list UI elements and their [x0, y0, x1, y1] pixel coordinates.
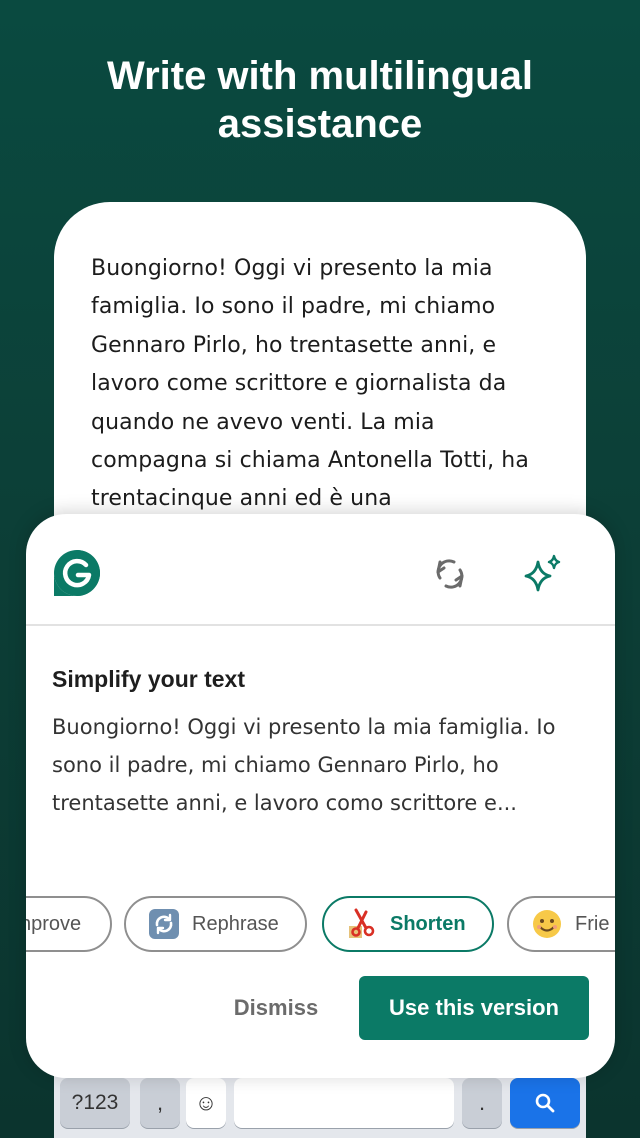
document-text: Buongiorno! Oggi vi presento la mia fami…	[91, 256, 529, 512]
chip-label: nprove	[26, 912, 82, 935]
search-icon	[535, 1093, 555, 1113]
chip-label: Shorten	[390, 912, 466, 935]
panel-header	[26, 514, 615, 626]
tone-chips: nprove Rephrase Shorten Frie	[26, 894, 615, 954]
grammarly-panel: Simplify your text Buongiorno! Oggi vi p…	[26, 514, 615, 1078]
scissors-icon	[349, 908, 375, 938]
headline: Write with multilingual assistance	[107, 54, 533, 146]
key-space[interactable]	[234, 1078, 454, 1128]
grammarly-logo-icon[interactable]	[52, 548, 102, 598]
sparkle-icon[interactable]	[520, 552, 564, 596]
chip-improve[interactable]: nprove	[26, 896, 112, 952]
key-emoji[interactable]: ☺	[186, 1078, 226, 1128]
key-comma[interactable]: ,	[140, 1078, 180, 1128]
suggestion-text: Buongiorno! Oggi vi presento la mia fami…	[52, 715, 556, 815]
use-this-version-button[interactable]: Use this version	[359, 976, 589, 1040]
chip-friendly[interactable]: Frie	[507, 896, 615, 952]
smile-icon	[533, 910, 561, 938]
dismiss-button[interactable]: Dismiss	[216, 988, 336, 1028]
chip-label: Frie	[575, 912, 610, 935]
chip-rephrase[interactable]: Rephrase	[124, 896, 307, 952]
key-period[interactable]: .	[462, 1078, 502, 1128]
chip-shorten[interactable]: Shorten	[322, 896, 494, 952]
refresh-icon[interactable]	[430, 554, 470, 594]
panel-title: Simplify your text	[52, 666, 245, 692]
rephrase-icon	[149, 909, 179, 939]
key-symbols[interactable]: ?123	[60, 1078, 130, 1128]
chip-label: Rephrase	[192, 912, 279, 935]
key-search[interactable]	[510, 1078, 580, 1128]
